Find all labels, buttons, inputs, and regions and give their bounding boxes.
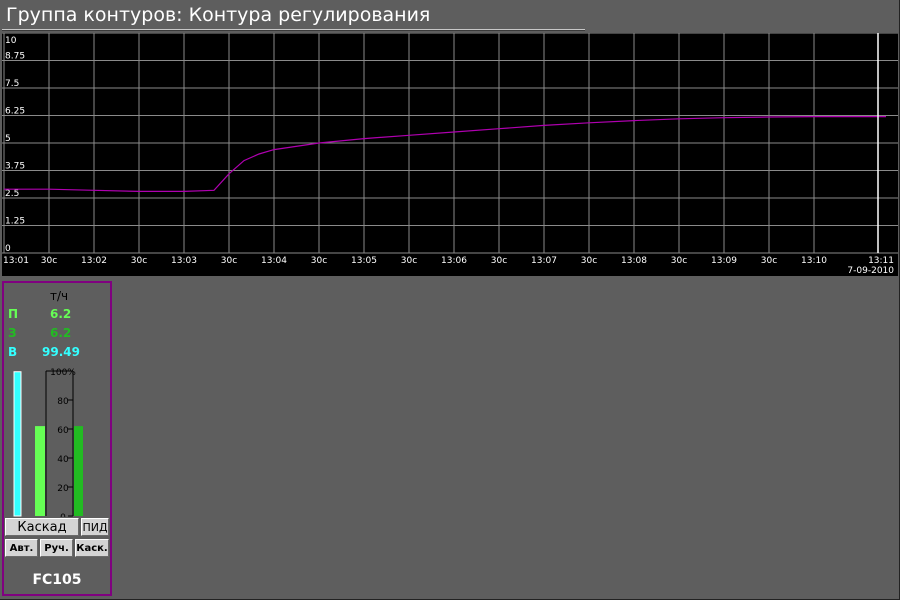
manual-mode-label: Руч. — [44, 542, 69, 554]
y-tick-label: 1.25 — [5, 217, 25, 227]
x-tick-label: 30c — [221, 256, 237, 266]
y-tick-label: 6.25 — [5, 107, 25, 117]
date-label: 7-09-2010 — [847, 266, 894, 276]
x-tick-label: 30c — [41, 256, 57, 266]
pid-label: ПИД — [82, 520, 108, 534]
y-tick-label: 0 — [5, 244, 11, 254]
scale-tick-label: 20 — [57, 484, 69, 494]
scale-tick-label: 60 — [57, 426, 69, 436]
pv-bar — [35, 426, 45, 516]
y-tick-label: 2.5 — [5, 189, 19, 199]
x-tick-label: 13:04 — [261, 256, 287, 266]
x-tick-label: 13:07 — [531, 256, 557, 266]
x-tick-label: 13:05 — [351, 256, 377, 266]
x-tick-label: 13:03 — [171, 256, 197, 266]
x-tick-label: 13:08 — [621, 256, 647, 266]
scale-tick-label: 100% — [50, 368, 76, 378]
output-bar — [13, 371, 22, 517]
trend-chart[interactable]: 10 8.75 7.5 6.25 5 3.75 2.5 1.25 0 13:01 30c 13:02… — [2, 33, 898, 276]
x-tick-label: 13:10 — [801, 256, 827, 266]
y-tick-label: 5 — [5, 134, 11, 144]
mode-display: Каскад — [5, 518, 79, 536]
bargraph: 100% 80 60 40 20 0 — [13, 368, 83, 517]
x-tick-label: 13:02 — [81, 256, 107, 266]
out-letter: В — [8, 345, 18, 359]
controller-faceplate: т/ч П 6.2 З 6.2 В 99.49 100% 80 60 40 20 0 Ка… — [2, 281, 112, 596]
x-tick-label: 30c — [581, 256, 597, 266]
y-tick-label: 7.5 — [5, 79, 19, 89]
cascade-mode-label: Каск. — [76, 542, 108, 554]
sp-value: 6.2 — [50, 326, 72, 340]
sp-letter: З — [8, 326, 17, 340]
loop-tag: FC105 — [32, 572, 82, 588]
x-tick-label: 30c — [311, 256, 327, 266]
scale-tick-label: 0 — [60, 513, 66, 517]
scale-tick-label: 80 — [57, 397, 69, 407]
auto-mode-label: Авт. — [9, 542, 34, 554]
scale-tick-label: 40 — [57, 455, 69, 465]
pid-button[interactable]: ПИД — [81, 518, 109, 536]
plot-background — [2, 33, 898, 276]
x-tick-label: 30c — [401, 256, 417, 266]
pv-value: 6.2 — [50, 307, 72, 321]
sp-bar — [74, 426, 83, 516]
y-tick-label: 8.75 — [5, 52, 25, 62]
x-tick-label: 13:01 — [3, 256, 29, 266]
title-underline — [2, 29, 585, 31]
x-tick-label: 13:11 — [868, 256, 894, 266]
x-tick-label: 13:09 — [711, 256, 737, 266]
window-title: Группа контуров: Контура регулирования — [6, 4, 431, 26]
pv-letter: П — [8, 307, 19, 321]
y-tick-label: 10 — [5, 36, 17, 46]
y-tick-label: 3.75 — [5, 162, 25, 172]
cascade-mode-button[interactable]: Каск. — [75, 539, 109, 557]
x-tick-label: 30c — [671, 256, 687, 266]
x-tick-label: 30c — [761, 256, 777, 266]
unit-label: т/ч — [50, 289, 69, 303]
auto-mode-button[interactable]: Авт. — [5, 539, 38, 557]
x-tick-label: 30c — [131, 256, 147, 266]
mode-label: Каскад — [17, 519, 67, 535]
x-tick-label: 30c — [491, 256, 507, 266]
out-value: 99.49 — [42, 345, 80, 359]
manual-mode-button[interactable]: Руч. — [40, 539, 73, 557]
x-tick-label: 13:06 — [441, 256, 467, 266]
